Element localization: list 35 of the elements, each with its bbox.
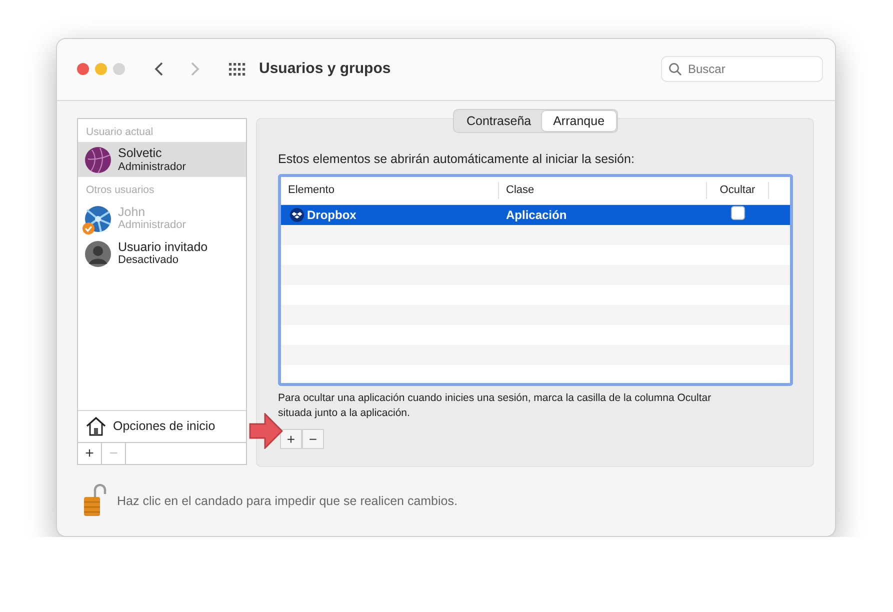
user-name: John (118, 206, 146, 220)
user-role: Administrador (118, 160, 186, 173)
section-heading: Usuario actual (85, 124, 154, 140)
section-heading: Otros usuarios (85, 183, 156, 198)
add-button[interactable]: + (280, 429, 302, 450)
back-icon[interactable] (153, 61, 165, 78)
user-item[interactable]: Solvetic Administrador (78, 142, 246, 178)
user-role: Administrador (118, 219, 186, 232)
window-title: Usuarios y grupos (259, 59, 391, 80)
tab[interactable]: Arranque (542, 110, 616, 132)
user-role: Desactivado (118, 254, 180, 266)
hide-checkbox[interactable] (731, 206, 745, 220)
house-icon (85, 416, 107, 436)
user-name: Solvetic (118, 146, 163, 161)
search-field[interactable]: Buscar (661, 56, 823, 82)
remove-button[interactable]: − (302, 429, 324, 450)
tab[interactable]: Contraseña (455, 110, 542, 132)
table-cell: Aplicación (506, 208, 567, 222)
login-options-item[interactable]: Opciones de inicio (78, 410, 246, 442)
close-button[interactable] (77, 63, 89, 76)
column-header[interactable]: Elemento (281, 182, 499, 199)
padlock-icon[interactable] (81, 484, 107, 518)
column-header[interactable]: Clase (499, 182, 707, 199)
intro-text: Estos elementos se abrirán automáticamente al iniciar la sesión: (278, 151, 636, 168)
avatar-icon (83, 144, 113, 175)
grid-icon[interactable] (229, 61, 247, 78)
avatar-icon (83, 238, 113, 269)
user-item[interactable]: Usuario invitado Desactivado (78, 236, 246, 272)
lock-hint-text: Haz clic en el candado para impedir que se realicen cambios. (117, 492, 458, 510)
column-header[interactable]: Ocultar (707, 182, 769, 199)
table-cell-text: Dropbox (307, 207, 356, 224)
dropbox-icon (290, 208, 304, 222)
hint-text: Para ocultar una aplicación cuando inicies una sesión, marca la casilla de la columna Ocultar situada junto a la aplicación. (278, 391, 712, 420)
user-name: Usuario invitado (118, 240, 208, 254)
table-row[interactable]: Dropbox Aplicación (281, 205, 790, 226)
